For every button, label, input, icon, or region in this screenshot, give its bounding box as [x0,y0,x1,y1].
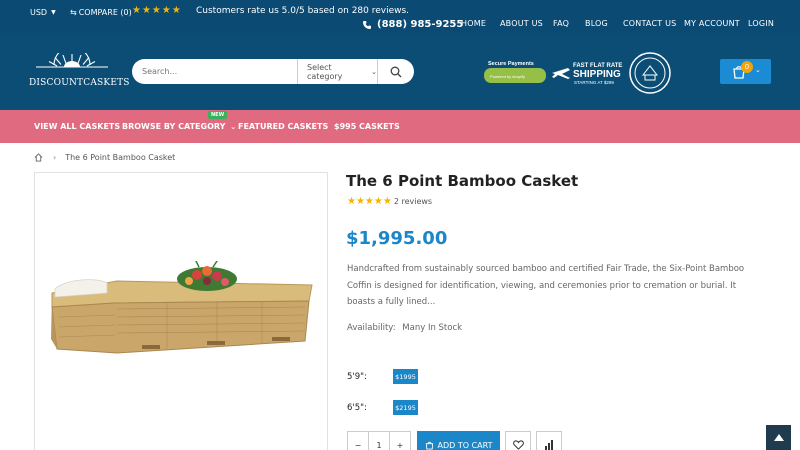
product-title: The 6 Point Bamboo Casket [346,172,579,190]
main-menu: VIEW ALL CASKETS BROWSE BY CATEGORY ⌄ FE… [0,110,800,143]
compare-link[interactable]: ⇆ COMPARE (0) [70,8,132,17]
cart-icon [425,441,433,450]
availability: Availability: Many In Stock [347,323,462,333]
breadcrumb-current: The 6 Point Bamboo Casket [65,153,176,162]
top-bar: USD ▼ ⇆ COMPARE (0) ★★★★★ Customers rate… [0,0,800,33]
availability-label: Availability: [347,323,396,333]
menu-browse-label: BROWSE BY CATEGORY [122,122,226,131]
breadcrumb: › The 6 Point Bamboo Casket [34,153,175,162]
search-input[interactable] [142,64,292,79]
currency-label: USD [30,8,48,17]
rating-stars: ★★★★★ [132,5,182,16]
phone-number[interactable]: (888) 985-9255 [362,19,463,30]
shopify-text: Powered by shopify [490,74,525,79]
compare-label: COMPARE (0) [78,8,132,17]
chevron-down-icon: ▼ [51,9,56,16]
nav-contact-us[interactable]: CONTACT US [623,19,676,28]
customer-rating-link[interactable]: Customers rate us 5.0/5 based on 280 rev… [196,6,409,16]
arrow-up-icon [773,434,784,441]
logo-text[interactable]: DISCOUNTCASKETS [29,78,130,88]
new-badge: NEW [208,111,228,119]
quantity-input[interactable]: 1 [368,432,390,450]
product-image[interactable] [47,261,317,371]
product-rating[interactable]: ★★★★★ 2 reviews [347,196,432,207]
category-select[interactable]: Select category ⌄ [297,59,377,84]
product-price: $1,995.00 [346,228,448,249]
menu-view-all-caskets[interactable]: VIEW ALL CASKETS [34,122,120,131]
scroll-to-top-button[interactable] [766,425,791,450]
size-option-price[interactable]: $1995 [393,369,418,384]
chevron-down-icon: ⌄ [230,123,237,131]
home-icon[interactable] [34,153,43,162]
nav-my-account[interactable]: MY ACCOUNT [684,19,740,28]
quantity-stepper: − 1 + [347,431,411,450]
add-to-cart-label: ADD TO CART [437,440,493,450]
bar-chart-icon [545,440,553,450]
size-option-price[interactable]: $2195 [393,400,418,415]
heart-icon [512,440,524,450]
add-to-cart-button[interactable]: ADD TO CART [417,431,500,450]
phone-icon [363,20,371,29]
size-option-label: 5'9": [347,372,367,382]
menu-995-caskets[interactable]: $995 CASKETS [334,122,400,131]
shopify-secure-badge: Secure Payments Powered by shopify [483,58,547,86]
chevron-down-icon: ⌄ [755,66,761,74]
search-bar: Select category ⌄ [132,59,414,84]
quantity-decrease-button[interactable]: − [348,432,368,450]
airplane-icon [552,68,570,79]
currency-selector[interactable]: USD ▼ [30,8,56,17]
quantity-increase-button[interactable]: + [390,432,410,450]
phone-text: (888) 985-9255 [377,19,464,30]
size-option-label: 6'5": [347,403,367,413]
nav-login[interactable]: LOGIN [748,19,774,28]
product-review-count[interactable]: 2 reviews [394,197,432,206]
search-icon [390,66,402,77]
menu-browse-by-category[interactable]: BROWSE BY CATEGORY ⌄ [122,122,236,131]
compare-button[interactable] [536,431,562,450]
product-image-frame[interactable] [34,172,328,450]
availability-value: Many In Stock [402,323,463,333]
customer-rating-text[interactable]: Customers rate us 5.0/5 based on 280 rev… [196,6,409,16]
chevron-right-icon: › [53,153,57,162]
menu-featured-caskets[interactable]: FEATURED CASKETS [238,122,328,131]
nav-home[interactable]: HOME [461,19,486,28]
nav-about-us[interactable]: ABOUT US [500,19,543,28]
shipping-line2: SHIPPING [573,69,621,80]
site-header: DISCOUNTCASKETS Select category ⌄ Secure… [0,33,800,110]
nav-faq[interactable]: FAQ [553,19,569,28]
compare-icon: ⇆ [70,8,77,17]
nav-blog[interactable]: BLOG [585,19,608,28]
cart-button[interactable]: 0 ⌄ [720,59,771,84]
product-description: Handcrafted from sustainably sourced bam… [347,264,745,307]
search-button[interactable] [377,59,414,84]
wishlist-button[interactable] [505,431,531,450]
cart-count-badge: 0 [741,61,753,73]
shipping-line3: STARTING AT $299 [574,80,614,85]
seal-badge [629,52,671,94]
shipping-badge: FAST FLAT RATE SHIPPING STARTING AT $299 [552,63,622,85]
secure-payments-text: Secure Payments [488,61,534,67]
product-rating-stars: ★★★★★ [347,196,392,207]
category-select-label: Select category [307,62,343,81]
